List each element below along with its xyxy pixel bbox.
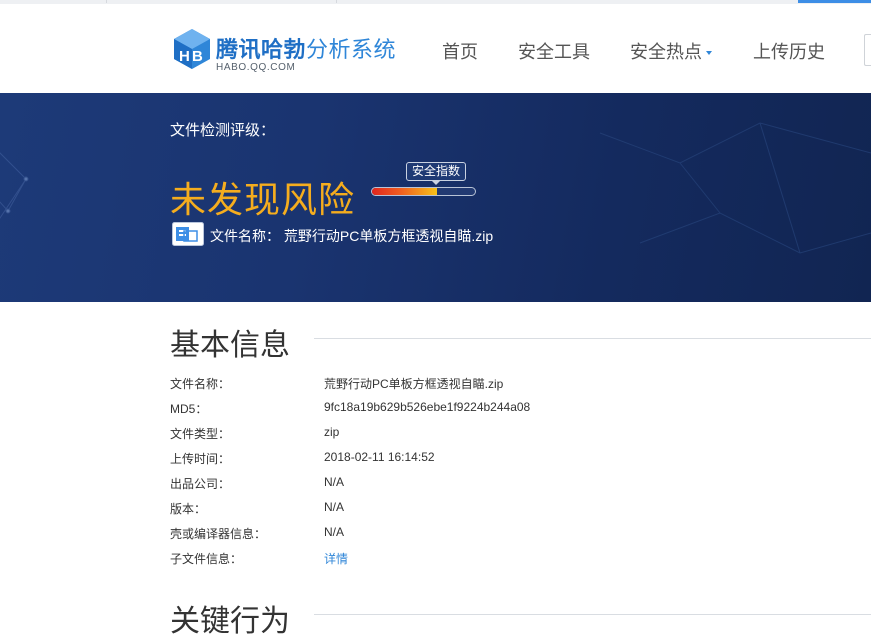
result-banner: 文件检测评级： 未发现风险 安全指数 文件名称： 荒野行动PC单板方框透视自瞄.…	[0, 93, 871, 302]
caret-down-icon	[706, 51, 712, 56]
safety-index-fill	[372, 188, 437, 195]
logo-title: 腾讯哈勃分析系统	[216, 32, 396, 64]
logo-subtitle: HABO.QQ.COM	[216, 62, 296, 73]
habo-logo-icon: H B	[174, 29, 210, 69]
info-label-publisher: 出品公司：	[170, 477, 231, 491]
logo-brand: 腾讯哈勃	[216, 37, 307, 62]
banner-file-name: 文件名称： 荒野行动PC单板方框透视自瞄.zip	[210, 228, 494, 244]
info-value-file-type: zip	[324, 425, 340, 439]
logo-product: 分析系统	[306, 37, 397, 62]
site-logo[interactable]: H B 腾讯哈勃分析系统 HABO.QQ.COM	[172, 26, 412, 76]
archive-file-icon	[172, 222, 204, 246]
nav-label: 上传历史	[753, 42, 825, 62]
nav-security-hotspots[interactable]: 安全热点	[630, 38, 712, 64]
nav-label: 安全热点	[630, 42, 702, 62]
nav-label: 首页	[442, 42, 478, 62]
tab-strip-active-indicator	[798, 0, 871, 3]
nav-home[interactable]: 首页	[442, 38, 478, 64]
tab-strip-segment	[0, 0, 107, 3]
svg-text:B: B	[192, 48, 203, 65]
info-label-file-type: 文件类型：	[170, 427, 231, 441]
nav-security-tools[interactable]: 安全工具	[518, 38, 590, 64]
subfiles-details-link[interactable]: 详情	[324, 550, 348, 567]
svg-text:H: H	[179, 48, 190, 65]
section-title-key-behavior: 关键行为	[170, 596, 304, 640]
info-label-subfiles: 子文件信息：	[170, 552, 243, 566]
nav-upload-history[interactable]: 上传历史	[753, 38, 825, 64]
info-label-packer: 壳或编译器信息：	[170, 527, 267, 541]
safety-index-meter	[371, 187, 476, 196]
section-title-basic-info: 基本信息	[170, 320, 304, 364]
nav-label: 安全工具	[518, 42, 590, 62]
rating-label: 文件检测评级：	[170, 122, 276, 139]
safety-index-tooltip: 安全指数	[406, 162, 467, 185]
site-header: H B 腾讯哈勃分析系统 HABO.QQ.COM 首页 安全工具 安全热点 上传…	[0, 4, 871, 93]
banner-decoration	[0, 122, 871, 254]
risk-verdict: 未发现风险	[170, 179, 356, 220]
section-divider	[314, 338, 871, 339]
info-value-publisher: N/A	[324, 475, 345, 489]
info-label-upload-time: 上传时间：	[170, 452, 231, 466]
info-label-file-name: 文件名称：	[170, 377, 231, 391]
info-value-upload-time: 2018-02-11 16:14:52	[324, 450, 435, 464]
info-label-md5: MD5：	[170, 402, 208, 416]
search-input[interactable]	[864, 34, 871, 66]
info-value-file-name: 荒野行动PC单板方框透视自瞄.zip	[324, 377, 504, 391]
info-value-md5: 9fc18a19b629b526ebe1f9224b244a08	[324, 400, 531, 414]
info-label-version: 版本：	[170, 502, 207, 516]
info-value-packer: N/A	[324, 525, 345, 539]
section-divider	[314, 614, 871, 615]
info-value-version: N/A	[324, 500, 345, 514]
tab-strip-segment	[108, 0, 337, 3]
